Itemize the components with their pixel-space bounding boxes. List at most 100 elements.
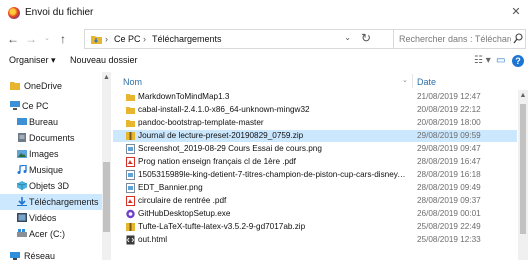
image-file-icon xyxy=(126,144,135,154)
breadcrumb-telechargements[interactable]: Téléchargements xyxy=(152,34,222,44)
sidebar-scrollbar[interactable]: ▲ xyxy=(102,72,111,260)
downloads-folder-icon xyxy=(91,36,102,44)
file-name: cabal-install-2.4.1.0-x86_64-unknown-min… xyxy=(138,105,310,114)
file-date: 20/08/2019 22:12 xyxy=(417,105,481,114)
sidebar-item-label: Acer (C:) xyxy=(29,229,65,239)
scrollbar-thumb[interactable] xyxy=(103,162,110,232)
folder-icon xyxy=(126,107,135,114)
file-date: 20/08/2019 18:00 xyxy=(417,118,481,127)
new-folder-button[interactable]: Nouveau dossier xyxy=(70,55,138,65)
file-list: Nom ⌄ Date MarkdownToMindMap1.3 21/08/20… xyxy=(113,72,528,260)
file-row[interactable]: GitHubDesktopSetup.exe 26/08/2019 00:01 xyxy=(113,208,517,220)
command-toolbar: Organiser ▾ Nouveau dossier ☷ ▾ ▭ ? xyxy=(0,52,528,72)
file-name: Screenshot_2019-08-29 Cours Essai de cou… xyxy=(138,144,322,153)
breadcrumb-separator: › xyxy=(105,34,108,44)
title-bar: Envoi du fichier ✕ xyxy=(0,0,528,26)
breadcrumb-separator: › xyxy=(143,34,146,44)
downloads-icon xyxy=(17,197,27,206)
onedrive-icon xyxy=(10,82,20,90)
file-row[interactable]: circulaire de rentrée .pdf 28/08/2019 09… xyxy=(113,195,517,207)
close-button[interactable]: ✕ xyxy=(504,0,528,26)
sidebar-item-ce-pc[interactable]: Ce PC xyxy=(0,98,104,114)
address-dropdown-icon[interactable]: ⌄ xyxy=(344,33,351,42)
file-row[interactable]: Journal de lecture-preset-20190829_0759.… xyxy=(113,130,517,142)
refresh-icon[interactable]: ↻ xyxy=(361,31,371,45)
scroll-up-icon[interactable]: ▲ xyxy=(518,92,528,99)
help-icon[interactable]: ? xyxy=(512,55,524,67)
column-headers: Nom ⌄ Date xyxy=(113,72,528,90)
file-row[interactable]: cabal-install-2.4.1.0-x86_64-unknown-min… xyxy=(113,104,517,116)
sort-chevron-icon[interactable]: ⌄ xyxy=(402,76,408,84)
file-row[interactable]: Prog nation enseign français cl de 1ère … xyxy=(113,156,517,168)
folder-icon xyxy=(126,120,135,127)
file-date: 28/08/2019 16:18 xyxy=(417,170,481,179)
file-row[interactable]: 1505315989le-king-detient-7-titres-champ… xyxy=(113,169,517,181)
file-list-scrollbar[interactable]: ▲ xyxy=(518,90,528,260)
file-date: 28/08/2019 09:37 xyxy=(417,196,481,205)
sidebar-item-onedrive[interactable]: OneDrive xyxy=(0,78,104,94)
column-divider[interactable] xyxy=(412,74,413,88)
file-date: 29/08/2019 09:47 xyxy=(417,144,481,153)
forward-button[interactable]: → xyxy=(24,31,38,47)
image-file-icon xyxy=(126,183,135,193)
firefox-icon xyxy=(8,7,20,19)
music-icon xyxy=(17,165,27,174)
column-header-date[interactable]: Date xyxy=(417,77,436,87)
sidebar-item-label: OneDrive xyxy=(24,81,63,91)
file-row[interactable]: Tufte-LaTeX-tufte-latex-v3.5.2-9-gd7017a… xyxy=(113,221,517,233)
zip-icon xyxy=(126,132,135,140)
sidebar-item-label: Objets 3D xyxy=(29,181,70,191)
sidebar-item-label: Ce PC xyxy=(22,101,49,111)
sidebar-item-documents[interactable]: Documents xyxy=(0,130,104,146)
file-row[interactable]: Screenshot_2019-08-29 Cours Essai de cou… xyxy=(113,143,517,155)
view-options-icon[interactable]: ☷ ▾ xyxy=(474,55,491,66)
sidebar-item-images[interactable]: Images xyxy=(0,146,104,162)
pictures-icon xyxy=(17,150,27,158)
sidebar-item-bureau[interactable]: Bureau xyxy=(0,114,104,130)
pdf-icon xyxy=(126,157,135,167)
up-button[interactable]: ↑ xyxy=(56,31,70,47)
folder-icon xyxy=(126,94,135,101)
sidebar-item-acer-c[interactable]: Acer (C:) xyxy=(0,226,104,242)
file-name: pandoc-bootstrap-template-master xyxy=(138,118,264,127)
address-bar[interactable]: › Ce PC › Téléchargements ⌄ ↻ xyxy=(84,29,394,49)
back-button[interactable]: ← xyxy=(6,31,20,47)
preview-pane-icon[interactable]: ▭ xyxy=(496,55,505,66)
sidebar-item-telechargements[interactable]: Téléchargements xyxy=(0,194,104,210)
html-file-icon xyxy=(126,235,135,245)
sidebar-item-musique[interactable]: Musique xyxy=(0,162,104,178)
sidebar-item-label: Téléchargements xyxy=(29,197,99,207)
organize-button[interactable]: Organiser ▾ xyxy=(9,55,56,66)
breadcrumb-ce-pc[interactable]: Ce PC xyxy=(114,34,141,44)
sidebar-item-label: Vidéos xyxy=(29,213,57,223)
file-date: 28/08/2019 16:47 xyxy=(417,157,481,166)
file-row[interactable]: out.html 25/08/2019 12:33 xyxy=(113,234,517,246)
file-name: out.html xyxy=(138,235,168,244)
recent-locations-dropdown[interactable]: ⌄ xyxy=(40,31,54,47)
documents-icon xyxy=(18,133,26,142)
file-name: 1505315989le-king-detient-7-titres-champ… xyxy=(138,170,406,179)
search-box[interactable]: Rechercher dans : Téléchargem... xyxy=(394,29,526,49)
objects3d-icon xyxy=(17,181,27,190)
window-title: Envoi du fichier xyxy=(25,7,94,18)
file-row[interactable]: EDT_Bannier.png 28/08/2019 09:49 xyxy=(113,182,517,194)
file-date: 29/08/2019 09:59 xyxy=(417,131,481,140)
network-icon xyxy=(10,252,20,260)
file-name: circulaire de rentrée .pdf xyxy=(138,196,227,205)
scroll-up-icon[interactable]: ▲ xyxy=(102,74,111,81)
address-row: ← → ⌄ ↑ › Ce PC › Téléchargements ⌄ ↻ Re… xyxy=(0,26,528,52)
file-date: 28/08/2019 09:49 xyxy=(417,183,481,192)
column-header-name[interactable]: Nom xyxy=(123,77,142,87)
scrollbar-thumb[interactable] xyxy=(520,104,526,234)
sidebar-item-reseau[interactable]: Réseau xyxy=(0,248,104,260)
file-row[interactable]: MarkdownToMindMap1.3 21/08/2019 12:47 xyxy=(113,91,517,103)
file-name: EDT_Bannier.png xyxy=(138,183,203,192)
file-row[interactable]: pandoc-bootstrap-template-master 20/08/2… xyxy=(113,117,517,129)
sidebar-item-objets-3d[interactable]: Objets 3D xyxy=(0,178,104,194)
file-name: Journal de lecture-preset-20190829_0759.… xyxy=(138,131,304,140)
desktop-icon xyxy=(17,118,27,125)
file-date: 21/08/2019 12:47 xyxy=(417,92,481,101)
zip-icon xyxy=(126,223,135,231)
sidebar-item-videos[interactable]: Vidéos xyxy=(0,210,104,226)
file-name: MarkdownToMindMap1.3 xyxy=(138,92,230,101)
